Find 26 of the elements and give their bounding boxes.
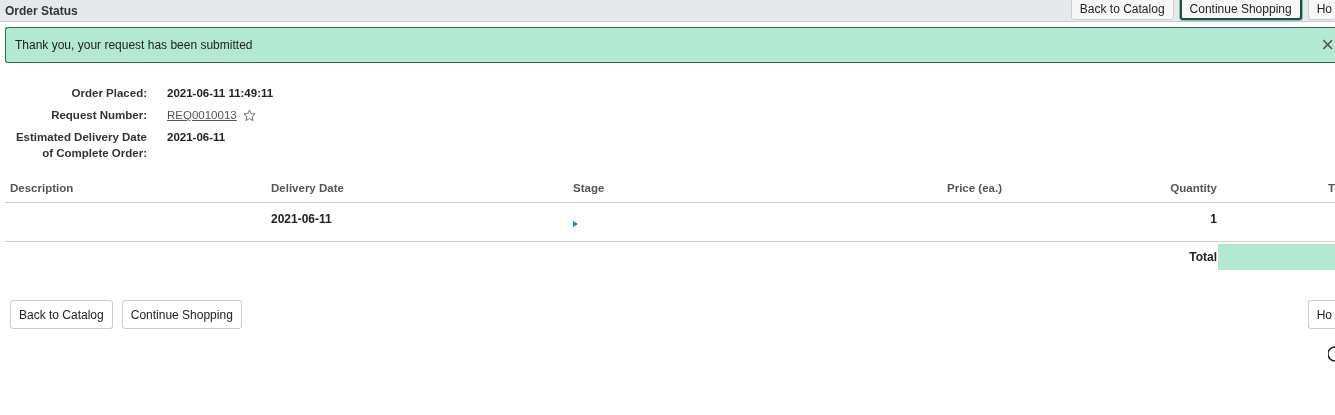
header-button[interactable]: Ho (1307, 0, 1335, 20)
table-cell-text: 1 (1209, 211, 1217, 228)
page-title: Order Status (5, 2, 78, 20)
column-header: Description (9, 180, 75, 196)
field-value: 2021-06-11 11:49:11 (167, 86, 274, 101)
request-number-link[interactable]: REQ0010013 (167, 107, 237, 123)
header-button[interactable]: Back to Catalog (1070, 0, 1174, 20)
column-header: Price (ea.) (946, 180, 1002, 196)
column-header: Quantity (1169, 180, 1217, 196)
footer-button[interactable]: Ho (1307, 300, 1335, 329)
field-label: Request Number: (50, 108, 147, 123)
total-label: Total (1188, 249, 1217, 266)
column-header: Delivery Date (271, 180, 345, 196)
star-icon[interactable] (242, 108, 256, 122)
stage-arrow-icon[interactable] (573, 220, 578, 228)
alert-message: Thank you, your request has been submitted (15, 37, 253, 54)
field-label: Order Placed: (70, 86, 147, 101)
field-label: Estimated Delivery Date of Complete Order: (14, 130, 147, 161)
column-header: T (1326, 180, 1335, 196)
close-button[interactable]: × (1321, 34, 1335, 56)
table-cell-text: 2021-06-11 (271, 211, 333, 228)
column-header: Stage (573, 180, 606, 196)
footer-button[interactable]: Back to Catalog (10, 300, 113, 329)
field-value: 2021-06-11 (167, 130, 226, 145)
header-button[interactable]: Continue Shopping (1179, 0, 1302, 20)
footer-button[interactable]: Continue Shopping (121, 300, 242, 329)
